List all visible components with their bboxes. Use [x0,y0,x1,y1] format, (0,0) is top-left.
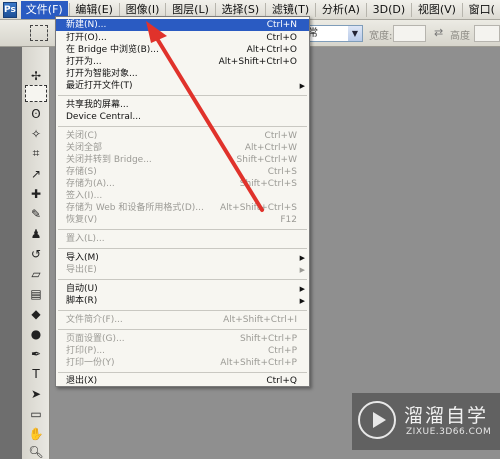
menu-item-recent-files[interactable]: 最近打开文件(T) ▶ [56,80,309,92]
menu-item-new[interactable]: 新建(N)... Ctrl+N [56,19,309,31]
menu-item-save-as[interactable]: 存储为(A)... Shift+Ctrl+S [56,178,309,190]
menu-divider [315,2,316,17]
shape-tool-icon[interactable]: ▭ [25,405,47,422]
swap-icon[interactable]: ⇄ [434,26,443,39]
menu-item-import[interactable]: 导入(M) ▶ [56,252,309,264]
watermark: 溜溜自学 ZIXUE.3D66.COM [352,393,500,450]
height-field[interactable] [474,25,500,42]
healing-brush-icon[interactable]: ✚ [25,185,47,202]
menu-item-place[interactable]: 置入(L)... [56,233,309,245]
menu-item-revert[interactable]: 恢复(V) F12 [56,214,309,226]
watermark-url: ZIXUE.3D66.COM [406,427,492,437]
brush-tool-icon[interactable]: ✎ [25,205,47,222]
photoshop-window: Ps 文件(F) 编辑(E) 图像(I) 图层(L) 选择(S) 滤镜(T) 分… [0,0,500,459]
menu-item-share-screen[interactable]: 共享我的屏幕... [56,99,309,111]
magic-wand-icon[interactable]: ✧ [25,125,47,142]
submenu-arrow-icon: ▶ [299,285,305,293]
dodge-tool-icon[interactable]: ● [25,325,47,342]
menu-item-close-all[interactable]: 关闭全部 Alt+Ctrl+W [56,142,309,154]
menu-separator [58,310,307,311]
menu-separator [58,329,307,330]
menu-divider [118,2,120,17]
pen-tool-icon[interactable]: ✒ [25,345,47,362]
menu-divider [365,2,367,17]
zoom-tool-icon[interactable]: 🔍︎ [25,443,47,459]
menu-item-automate[interactable]: 自动(U) ▶ [56,283,309,295]
menu-divider [68,2,70,17]
menu-item-save-for-web[interactable]: 存储为 Web 和设备所用格式(D)... Alt+Shift+Ctrl+S [56,202,309,214]
menu-item-close-go-bridge[interactable]: 关闭并转到 Bridge... Shift+Ctrl+W [56,154,309,166]
menu-window[interactable]: 窗口( [464,1,500,19]
marquee-tool-icon[interactable] [25,85,47,102]
submenu-arrow-icon: ▶ [299,266,305,274]
menu-divider [165,2,167,17]
menu-item-open-as[interactable]: 打开为... Alt+Shift+Ctrl+O [56,56,309,68]
menu-item-file-info[interactable]: 文件简介(F)... Alt+Shift+Ctrl+I [56,314,309,326]
menu-divider [411,2,412,17]
menu-divider [461,2,463,17]
menu-separator [58,248,307,249]
menu-view[interactable]: 视图(V) [413,1,461,19]
menu-item-device-central[interactable]: Device Central... [56,111,309,123]
submenu-arrow-icon: ▶ [299,297,305,305]
menu-item-close[interactable]: 关闭(C) Ctrl+W [56,130,309,142]
blur-tool-icon[interactable]: ◆ [25,305,47,322]
history-brush-icon[interactable]: ↺ [25,245,47,262]
height-label: 高度 [450,31,470,42]
menu-3d[interactable]: 3D(D) [368,1,411,19]
menu-item-print-one[interactable]: 打印一份(Y) Alt+Shift+Ctrl+P [56,357,309,369]
type-tool-icon[interactable]: T [25,365,47,382]
tool-preset-icon[interactable] [30,25,48,41]
gradient-tool-icon[interactable]: ▤ [25,285,47,302]
menu-item-exit[interactable]: 退出(X) Ctrl+Q [56,375,309,387]
clone-stamp-icon[interactable]: ♟ [25,225,47,242]
hand-tool-icon[interactable]: ✋ [25,425,47,442]
menu-separator [58,372,307,373]
app-logo: Ps [3,1,17,18]
menu-separator [58,126,307,127]
menu-analysis[interactable]: 分析(A) [317,1,365,19]
style-select[interactable]: 常 ▼ [303,25,363,42]
watermark-title: 溜溜自学 [404,405,489,427]
lasso-tool-icon[interactable]: ʘ [25,105,47,122]
menu-separator [58,279,307,280]
width-field[interactable] [393,25,426,42]
menu-item-page-setup[interactable]: 页面设置(G)... Shift+Ctrl+P [56,333,309,345]
file-menu-dropdown: 新建(N)... Ctrl+N 打开(O)... Ctrl+O 在 Bridge… [55,16,310,387]
menu-separator [58,229,307,230]
menu-item-export[interactable]: 导出(E) ▶ [56,264,309,276]
menu-item-open-smart-object[interactable]: 打开为智能对象... [56,68,309,80]
move-tool-icon[interactable]: ✢ [25,67,47,84]
menu-divider [265,2,266,17]
submenu-arrow-icon: ▶ [299,82,305,90]
path-select-icon[interactable]: ➤ [25,385,47,402]
menu-item-scripts[interactable]: 脚本(R) ▶ [56,295,309,307]
eraser-icon[interactable]: ▱ [25,265,47,282]
menu-item-save[interactable]: 存储(S) Ctrl+S [56,166,309,178]
menu-item-check-in[interactable]: 签入(I)... [56,190,309,202]
menu-item-open[interactable]: 打开(O)... Ctrl+O [56,32,309,44]
chevron-down-icon[interactable]: ▼ [348,26,362,41]
width-label: 宽度: [369,31,393,42]
menu-divider [214,2,216,17]
crop-tool-icon[interactable]: ⌗ [25,145,47,162]
eyedropper-icon[interactable]: ↗ [25,165,47,182]
menu-separator [58,95,307,96]
toolbox: ✢ ʘ ✧ ⌗ ↗ ✚ ✎ ♟ ↺ ▱ ▤ ◆ ● ✒ T ➤ ▭ ✋ 🔍︎ [22,47,50,459]
menu-item-browse-bridge[interactable]: 在 Bridge 中浏览(B)... Alt+Ctrl+O [56,44,309,56]
submenu-arrow-icon: ▶ [299,254,305,262]
menu-item-print[interactable]: 打印(P)... Ctrl+P [56,345,309,357]
play-logo-icon [358,401,396,439]
panel-edge [0,47,22,459]
